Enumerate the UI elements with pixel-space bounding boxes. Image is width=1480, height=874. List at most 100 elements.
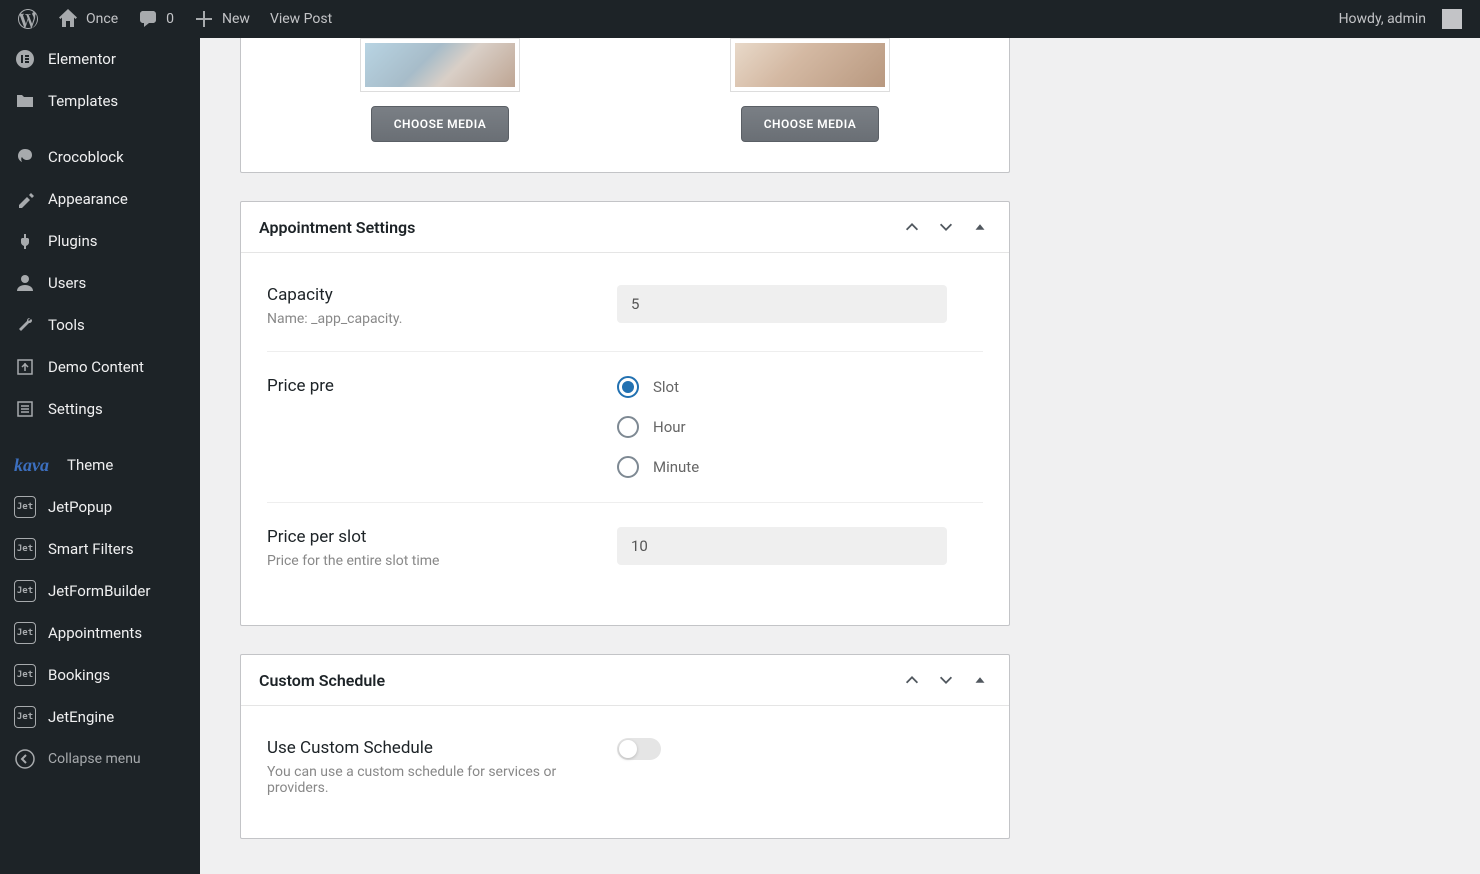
sidebar-item-jetengine[interactable]: Jet JetEngine <box>0 696 200 738</box>
radio-circle-icon <box>617 416 639 438</box>
sidebar-item-label: Plugins <box>48 232 97 250</box>
admin-bar: Once 0 New View Post Howdy, admin <box>0 0 1480 38</box>
sidebar-item-plugins[interactable]: Plugins <box>0 220 200 262</box>
media-thumb-2[interactable] <box>730 38 890 92</box>
price-pre-radio-slot[interactable]: Slot <box>617 376 983 398</box>
capacity-input[interactable] <box>617 285 947 323</box>
radio-label: Minute <box>653 458 699 476</box>
move-up-button[interactable] <box>901 669 923 691</box>
metabox-head: Appointment Settings <box>241 202 1009 253</box>
radio-circle-icon <box>617 456 639 478</box>
price-per-slot-desc: Price for the entire slot time <box>267 553 597 569</box>
sidebar-item-appointments[interactable]: JetAppointments <box>0 612 200 654</box>
jet-icon: Jet <box>14 496 36 518</box>
chevron-up-icon <box>903 671 921 689</box>
use-custom-schedule-row: Use Custom Schedule You can use a custom… <box>267 738 983 806</box>
choose-media-button-1[interactable]: CHOOSE MEDIA <box>371 106 510 142</box>
jet-icon: Jet <box>14 664 36 686</box>
main-content: CHOOSE MEDIA CHOOSE MEDIA Appointment Se… <box>200 38 1480 839</box>
sidebar-item-label: Demo Content <box>48 358 144 376</box>
sliders-icon <box>14 398 36 420</box>
move-up-button[interactable] <box>901 216 923 238</box>
sidebar-item-tools[interactable]: Tools <box>0 304 200 346</box>
collapse-menu[interactable]: Collapse menu <box>0 738 200 780</box>
comment-icon <box>138 9 158 29</box>
kava-icon: kava <box>14 454 49 476</box>
sidebar-item-appearance[interactable]: Appearance <box>0 178 200 220</box>
price-pre-title: Price pre <box>267 376 597 396</box>
price-pre-radio-group: Slot Hour Minute <box>617 376 983 478</box>
sidebar-item-smart-filters[interactable]: Jet Smart Filters <box>0 528 200 570</box>
sidebar-item-label: JetEngine <box>48 708 114 726</box>
home-icon <box>58 9 78 29</box>
jet-icon: Jet <box>14 622 36 644</box>
my-account[interactable]: Howdy, admin <box>1329 0 1472 38</box>
wp-logo[interactable] <box>8 0 48 38</box>
media-col-1: CHOOSE MEDIA <box>360 38 520 142</box>
new-content[interactable]: New <box>184 0 260 38</box>
comment-count: 0 <box>166 11 174 27</box>
sidebar-item-label: Settings <box>48 400 103 418</box>
radio-circle-icon <box>617 376 639 398</box>
sidebar-item-templates[interactable]: Templates <box>0 80 200 122</box>
use-custom-desc: You can use a custom schedule for servic… <box>267 764 597 796</box>
move-down-button[interactable] <box>935 216 957 238</box>
jet-icon: Jet <box>14 538 36 560</box>
sidebar-item-users[interactable]: Users <box>0 262 200 304</box>
use-custom-toggle[interactable] <box>617 738 661 760</box>
sidebar-item-label: Bookings <box>48 666 110 684</box>
move-down-button[interactable] <box>935 669 957 691</box>
user-icon <box>14 272 36 294</box>
comments-link[interactable]: 0 <box>128 0 184 38</box>
sidebar-item-label: Crocoblock <box>48 148 124 166</box>
chevron-up-icon <box>903 218 921 236</box>
chevron-down-icon <box>937 218 955 236</box>
sidebar-item-settings[interactable]: Settings <box>0 388 200 430</box>
admin-sidebar: Elementor Templates Crocoblock Appearance Pl… <box>0 38 200 874</box>
site-link[interactable]: Once <box>48 0 128 38</box>
price-per-slot-input[interactable] <box>617 527 947 565</box>
sidebar-item-bookings[interactable]: Jet Bookings <box>0 654 200 696</box>
price-pre-radio-minute[interactable]: Minute <box>617 456 983 478</box>
sidebar-item-jetformbuilder[interactable]: JetJetFormBuilder <box>0 570 200 612</box>
avatar <box>1442 9 1462 29</box>
price-per-slot-row: Price per slot Price for the entire slot… <box>267 503 983 593</box>
price-per-slot-title: Price per slot <box>267 527 597 547</box>
sidebar-item-demo-content[interactable]: Demo Content <box>0 346 200 388</box>
price-pre-row: Price pre Slot Hour Minute <box>267 352 983 503</box>
sidebar-item-crocoblock[interactable]: Crocoblock <box>0 136 200 178</box>
collapse-icon <box>14 748 36 770</box>
sidebar-item-label: Users <box>48 274 86 292</box>
toggle-collapse-button[interactable] <box>969 216 991 238</box>
capacity-desc: Name: _app_capacity. <box>267 311 597 327</box>
price-pre-radio-hour[interactable]: Hour <box>617 416 983 438</box>
plus-icon <box>194 9 214 29</box>
howdy-text: Howdy, admin <box>1339 11 1426 27</box>
media-col-2: CHOOSE MEDIA <box>730 38 890 142</box>
sidebar-item-label: JetPopup <box>48 498 112 516</box>
sidebar-item-theme[interactable]: kavaTheme <box>0 444 200 486</box>
sidebar-item-label: Elementor <box>48 50 116 68</box>
jet-icon: Jet <box>14 580 36 602</box>
brush-icon <box>14 188 36 210</box>
media-thumb-1[interactable] <box>360 38 520 92</box>
metabox-head: Custom Schedule <box>241 655 1009 706</box>
media-box-fragment: CHOOSE MEDIA CHOOSE MEDIA <box>240 38 1010 173</box>
croco-icon <box>14 146 36 168</box>
chevron-down-icon <box>937 671 955 689</box>
toggle-collapse-button[interactable] <box>969 669 991 691</box>
collapse-label: Collapse menu <box>48 751 141 767</box>
jet-icon: Jet <box>14 706 36 728</box>
metabox-title: Appointment Settings <box>259 218 415 237</box>
sidebar-item-label: Appearance <box>48 190 128 208</box>
site-name: Once <box>86 11 118 27</box>
capacity-title: Capacity <box>267 285 597 305</box>
sidebar-item-jetpopup[interactable]: Jet JetPopup <box>0 486 200 528</box>
sidebar-item-label: Smart Filters <box>48 540 134 558</box>
sidebar-item-label: Templates <box>48 92 118 110</box>
choose-media-button-2[interactable]: CHOOSE MEDIA <box>741 106 880 142</box>
view-post[interactable]: View Post <box>260 0 342 38</box>
sidebar-item-elementor[interactable]: Elementor <box>0 38 200 80</box>
caret-up-icon <box>971 671 989 689</box>
wrench-icon <box>14 314 36 336</box>
